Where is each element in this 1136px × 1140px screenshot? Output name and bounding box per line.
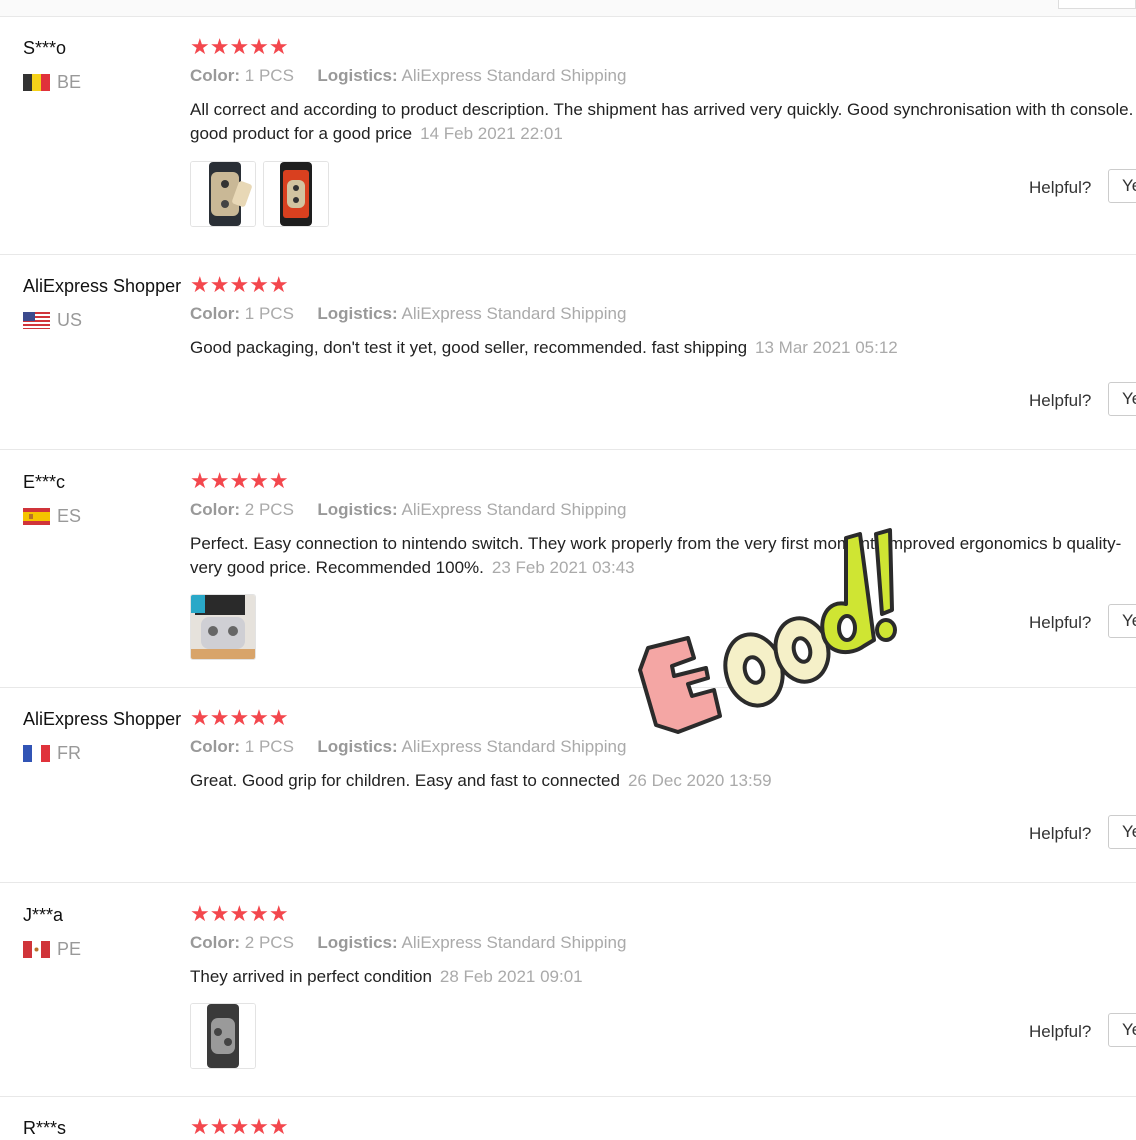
review-item: J***a PE ★★★★★ Color: 2 PCS Logistics: A… — [0, 901, 1136, 1097]
color-label: Color: — [190, 737, 241, 756]
review-photos — [190, 594, 256, 660]
review-photo[interactable] — [190, 594, 256, 660]
logistics-value: AliExpress Standard Shipping — [401, 304, 627, 323]
flag-spain-icon — [23, 507, 50, 525]
review-attributes: Color: 2 PCS Logistics: AliExpress Stand… — [190, 933, 626, 953]
helpful-yes-button[interactable]: Yes — [1108, 1013, 1136, 1047]
logistics-value: AliExpress Standard Shipping — [401, 933, 627, 952]
country-code: BE — [57, 71, 82, 92]
rating-stars: ★★★★★ — [190, 468, 289, 493]
reviewer-name: AliExpress Shopper — [23, 709, 182, 729]
reviewer-name: J***a — [23, 905, 64, 925]
reviewer-country: FR — [23, 743, 81, 763]
rating-stars: ★★★★★ — [190, 34, 289, 59]
review-item: R***s ★★★★★ — [0, 1114, 1136, 1139]
review-photo[interactable] — [263, 161, 329, 227]
helpful-label: Helpful? — [1029, 824, 1092, 843]
reviewer-country: ES — [23, 506, 81, 526]
review-date: 14 Feb 2021 22:01 — [420, 124, 563, 143]
top-toolbar — [0, 0, 1136, 17]
logistics-value: AliExpress Standard Shipping — [401, 737, 627, 756]
logistics-value: AliExpress Standard Shipping — [401, 66, 627, 85]
review-item: AliExpress Shopper US ★★★★★ Color: 1 PCS… — [0, 272, 1136, 450]
good-sticker — [638, 528, 897, 734]
country-code: ES — [57, 505, 82, 526]
review-attributes: Color: 2 PCS Logistics: AliExpress Stand… — [190, 500, 626, 520]
logistics-label: Logistics: — [317, 933, 398, 952]
color-label: Color: — [190, 304, 241, 323]
review-content: Great. Good grip for children. Easy and … — [190, 771, 620, 790]
review-attributes: Color: 1 PCS Logistics: AliExpress Stand… — [190, 304, 626, 324]
logistics-value: AliExpress Standard Shipping — [401, 500, 627, 519]
rating-stars: ★★★★★ — [190, 705, 289, 730]
review-text: Great. Good grip for children. Easy and … — [190, 769, 1136, 793]
review-date: 13 Mar 2021 05:12 — [755, 338, 898, 357]
color-label: Color: — [190, 66, 241, 85]
logistics-label: Logistics: — [317, 66, 398, 85]
review-text: Good packaging, don't test it yet, good … — [190, 336, 1136, 360]
reviewer-name: AliExpress Shopper — [23, 276, 182, 296]
reviewer-name: E***c — [23, 472, 66, 492]
review-item: E***c ES ★★★★★ Color: 2 PCS Logistics: A… — [0, 468, 1136, 688]
review-item: AliExpress Shopper FR ★★★★★ Color: 1 PCS… — [0, 705, 1136, 883]
color-label: Color: — [190, 500, 241, 519]
sort-dropdown[interactable] — [1058, 0, 1136, 9]
review-item: S***o BE ★★★★★ Color: 1 PCS Logistics: A… — [0, 34, 1136, 255]
flag-usa-icon — [23, 311, 50, 329]
helpful-yes-button[interactable]: Yes — [1108, 382, 1136, 416]
review-date: 26 Dec 2020 13:59 — [627, 771, 772, 790]
color-label: Color: — [190, 933, 241, 952]
helpful-yes-button[interactable]: Yes — [1108, 604, 1136, 638]
logistics-label: Logistics: — [317, 737, 398, 756]
logistics-label: Logistics: — [317, 304, 398, 323]
helpful-label: Helpful? — [1029, 178, 1092, 197]
reviewer-name: S***o — [23, 38, 67, 58]
rating-stars: ★★★★★ — [190, 272, 289, 297]
review-attributes: Color: 1 PCS Logistics: AliExpress Stand… — [190, 66, 626, 86]
helpful-yes-button[interactable]: Yes — [1108, 169, 1136, 203]
reviewer-country: US — [23, 310, 82, 330]
country-code: US — [57, 309, 83, 330]
helpful-label: Helpful? — [1029, 1022, 1092, 1041]
helpful-label: Helpful? — [1029, 613, 1092, 632]
review-date: 28 Feb 2021 09:01 — [439, 967, 583, 986]
flag-belgium-icon — [23, 73, 50, 91]
flag-peru-icon — [23, 940, 50, 958]
country-code: PE — [57, 938, 82, 959]
review-content: Good packaging, don't test it yet, good … — [190, 338, 748, 357]
review-date: 23 Feb 2021 03:43 — [491, 558, 635, 577]
review-photos — [190, 161, 329, 227]
color-value: 2 PCS — [244, 933, 294, 952]
review-photo[interactable] — [190, 161, 256, 227]
flag-france-icon — [23, 744, 50, 762]
review-attributes: Color: 1 PCS Logistics: AliExpress Stand… — [190, 737, 626, 757]
review-content: All correct and according to product des… — [190, 100, 1136, 143]
color-value: 2 PCS — [244, 500, 294, 519]
color-value: 1 PCS — [244, 304, 294, 323]
helpful-label: Helpful? — [1029, 391, 1092, 410]
logistics-label: Logistics: — [317, 500, 398, 519]
helpful-yes-button[interactable]: Yes — [1108, 815, 1136, 849]
color-value: 1 PCS — [244, 737, 294, 756]
review-text: All correct and according to product des… — [190, 98, 1136, 146]
review-photo[interactable] — [190, 1003, 256, 1069]
rating-stars: ★★★★★ — [190, 1114, 289, 1139]
review-text: They arrived in perfect condition 28 Feb … — [190, 965, 1136, 989]
color-value: 1 PCS — [244, 66, 294, 85]
review-photos — [190, 1003, 256, 1069]
reviewer-country: PE — [23, 939, 81, 959]
country-code: FR — [57, 742, 81, 763]
rating-stars: ★★★★★ — [190, 901, 289, 926]
review-content: They arrived in perfect condition — [190, 967, 432, 986]
reviewer-country: BE — [23, 72, 81, 92]
